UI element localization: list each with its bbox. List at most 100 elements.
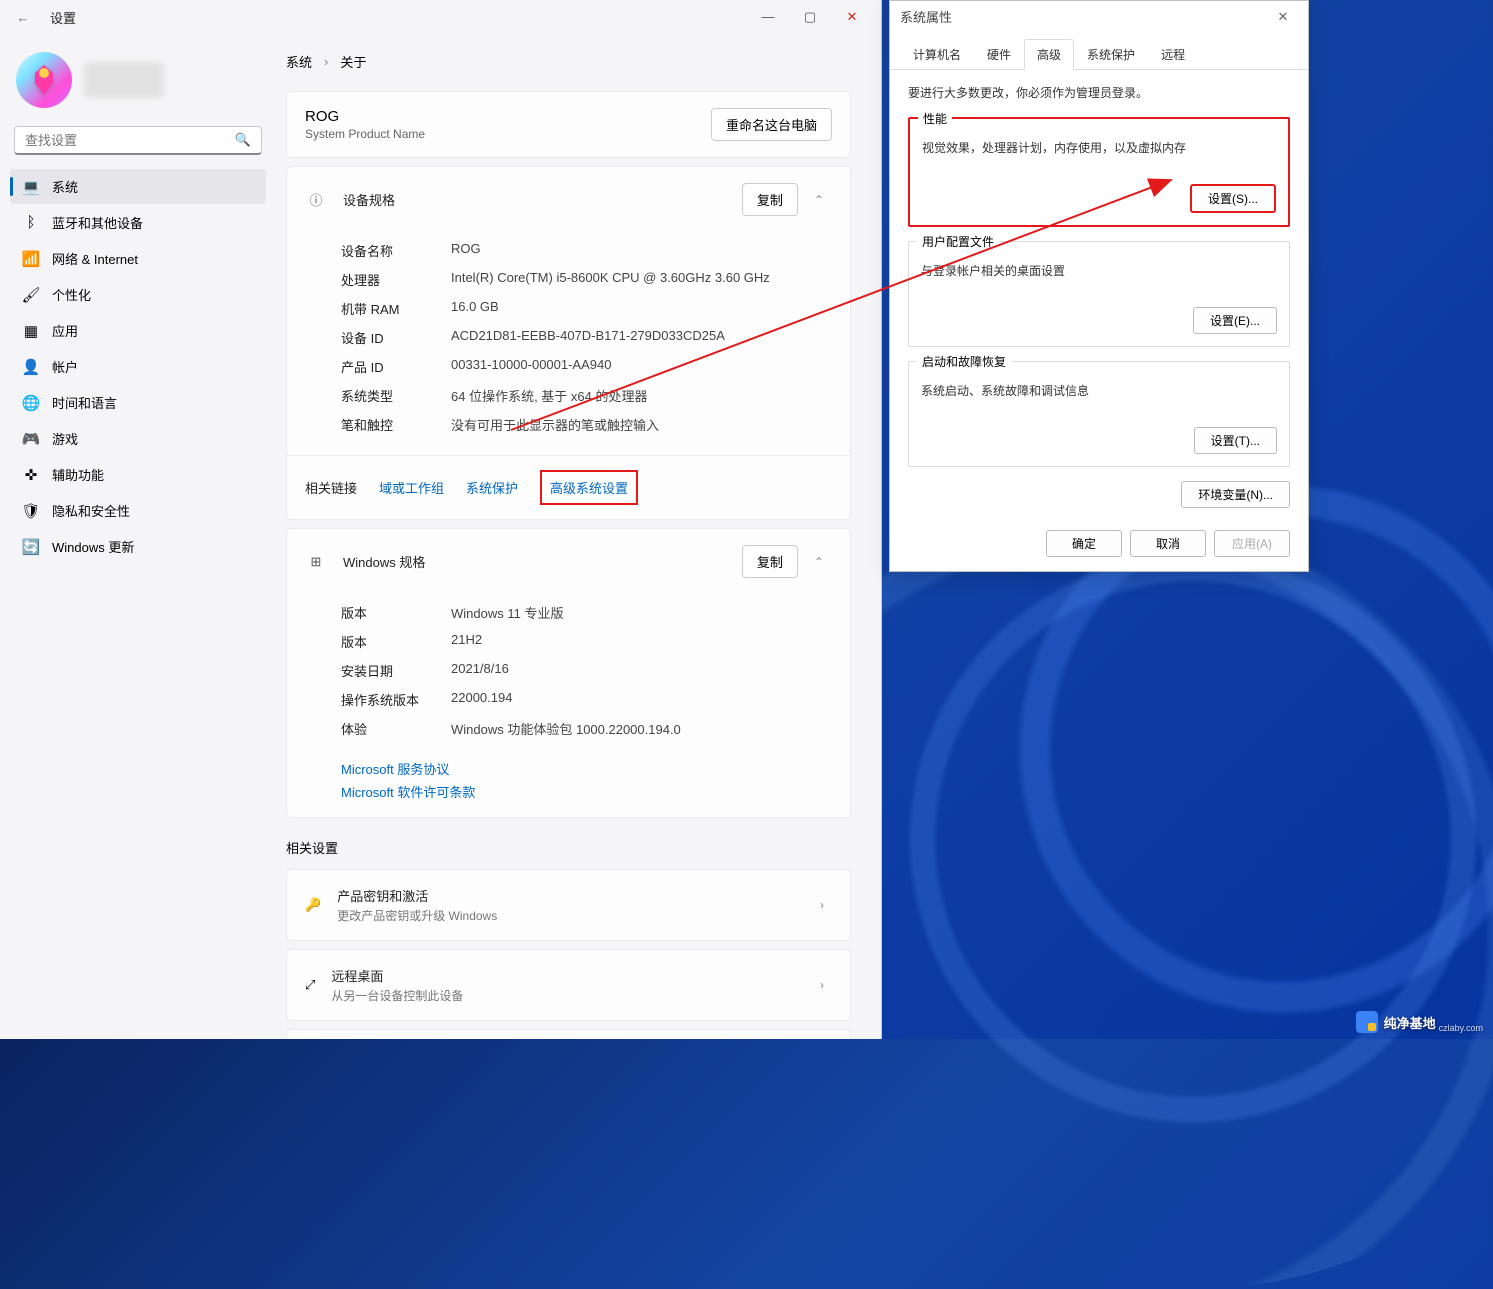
back-button[interactable]: ← [8,10,38,25]
nav-icon: ✜ [22,466,40,484]
windows-specs-header[interactable]: ⊞ Windows 规格 复制 ⌃ [287,529,850,594]
nav-item-9[interactable]: 🛡隐私和安全性 [10,493,266,528]
spec-value: 00331-10000-00001-AA940 [451,357,611,376]
user-info[interactable] [10,44,266,126]
tab-4[interactable]: 远程 [1148,39,1198,70]
nav-icon: 👤 [22,358,40,376]
group-desc: 视觉效果，处理器计划，内存使用，以及虚拟内存 [922,139,1276,156]
copy-device-specs-button[interactable]: 复制 [742,183,798,216]
nav-item-3[interactable]: 🖌个性化 [10,277,266,312]
device-specs-header[interactable]: ⓘ 设备规格 复制 ⌃ [287,167,850,232]
spec-row: 系统类型64 位操作系统, 基于 x64 的处理器 [305,381,832,410]
related-item-1[interactable]: ⤢远程桌面从另一台设备控制此设备› [286,949,851,1021]
related-settings-title: 相关设置 [286,838,851,857]
windows-icon: ⊞ [305,554,327,570]
system-properties-dialog: 系统属性 ✕ 计算机名硬件高级系统保护远程 要进行大多数更改，你必须作为管理员登… [889,0,1309,572]
related-item-0[interactable]: 🔑产品密钥和激活更改产品密钥或升级 Windows› [286,869,851,941]
group-settings-button[interactable]: 设置(T)... [1194,427,1277,454]
watermark-logo [1356,1011,1378,1033]
nav-item-7[interactable]: 🎮 游戏 [10,421,266,456]
spec-value: Windows 11 专业版 [451,603,563,622]
spec-value: 2021/8/16 [451,661,509,680]
windows-specs-title: Windows 规格 [343,552,726,571]
tab-0[interactable]: 计算机名 [900,39,974,70]
nav-item-8[interactable]: ✜ 辅助功能 [10,457,266,492]
link-system-protection[interactable]: 系统保护 [466,478,518,497]
windows-specs-card: ⊞ Windows 规格 复制 ⌃ 版本Windows 11 专业版版本21H2… [286,528,851,818]
nav-label: 辅助功能 [52,465,104,484]
spec-row: 设备 IDACD21D81-EEBB-407D-B171-279D033CD25… [305,323,832,352]
nav-icon: 🔄 [22,538,40,556]
window-title: 设置 [50,8,76,27]
search-box[interactable]: 🔍 [14,126,262,155]
copy-windows-specs-button[interactable]: 复制 [742,545,798,578]
link-ms-service-agreement[interactable]: Microsoft 服务协议 [341,759,832,778]
nav-item-4[interactable]: ▦ 应用 [10,313,266,348]
spec-row: 操作系统版本22000.194 [305,685,832,714]
nav-icon: 🖌 [22,286,40,304]
nav-item-6[interactable]: 🌐 时间和语言 [10,385,266,420]
spec-value: ROG [451,241,481,260]
tab-2[interactable]: 高级 [1024,39,1074,70]
chevron-icon: › [812,978,832,992]
group-settings-button[interactable]: 设置(E)... [1193,307,1277,334]
search-input[interactable] [25,133,235,148]
avatar [16,52,72,108]
ok-button[interactable]: 确定 [1046,530,1122,557]
rename-pc-button[interactable]: 重命名这台电脑 [711,108,832,141]
link-domain-workgroup[interactable]: 域或工作组 [379,478,444,497]
collapse-icon[interactable]: ⌃ [806,193,832,207]
nav-item-2[interactable]: 📶网络 & Internet [10,241,266,276]
nav-label: 系统 [52,177,78,196]
nav-label: 时间和语言 [52,393,117,412]
spec-value: 16.0 GB [451,299,499,318]
watermark: 纯净基地 czlaby.com [1356,1011,1483,1033]
maximize-button[interactable]: ▢ [789,9,831,25]
nav-item-0[interactable]: 💻系统 [10,169,266,204]
item-icon: 🔑 [305,897,321,913]
nav-item-5[interactable]: 👤 帐户 [10,349,266,384]
close-button[interactable]: ✕ [831,9,873,25]
nav-icon: 📶 [22,250,40,268]
device-specs-card: ⓘ 设备规格 复制 ⌃ 设备名称ROG处理器Intel(R) Core(TM) … [286,166,851,520]
breadcrumb-parent[interactable]: 系统 [286,52,312,71]
chevron-icon: › [812,898,832,912]
nav-label: 帐户 [52,357,78,376]
pc-name: ROG [305,108,711,125]
group-desc: 系统启动、系统故障和调试信息 [921,382,1277,399]
nav-label: 蓝牙和其他设备 [52,213,143,232]
tab-1[interactable]: 硬件 [974,39,1024,70]
nav-item-10[interactable]: 🔄Windows 更新 [10,529,266,564]
nav-icon: ᛒ [22,214,40,232]
spec-key: 处理器 [341,270,451,289]
nav-icon: 🛡 [22,502,40,520]
apply-button: 应用(A) [1214,530,1290,557]
related-item-2[interactable]: 🖴设备管理器打印机和其他驱动程序、硬件属性↗ [286,1029,851,1039]
env-vars-button[interactable]: 环境变量(N)... [1181,481,1290,508]
nav-label: 游戏 [52,429,78,448]
group-desc: 与登录帐户相关的桌面设置 [921,262,1277,279]
settings-window: ← 设置 — ▢ ✕ 🔍 💻系统 ᛒ 蓝牙和其他设备 📶网络 & Internet🖌个… [0,0,882,1039]
item-title: 远程桌面 [331,966,796,985]
collapse-icon[interactable]: ⌃ [806,555,832,569]
nav-icon: 🌐 [22,394,40,412]
dialog-titlebar: 系统属性 ✕ [890,1,1308,32]
nav-icon: 🎮 [22,430,40,448]
group-1: 用户配置文件与登录帐户相关的桌面设置设置(E)... [908,241,1290,347]
group-legend: 启动和故障恢复 [917,353,1011,370]
group-settings-button[interactable]: 设置(S)... [1190,184,1276,213]
spec-key: 设备名称 [341,241,451,260]
spec-row: 设备名称ROG [305,236,832,265]
dialog-close-button[interactable]: ✕ [1268,9,1298,25]
spec-value: 64 位操作系统, 基于 x64 的处理器 [451,386,647,405]
tab-3[interactable]: 系统保护 [1074,39,1148,70]
minimize-button[interactable]: — [747,9,789,25]
link-ms-license-terms[interactable]: Microsoft 软件许可条款 [341,782,832,801]
nav-icon: ▦ [22,322,40,340]
cancel-button[interactable]: 取消 [1130,530,1206,557]
search-icon: 🔍 [235,132,251,148]
link-advanced-system-settings[interactable]: 高级系统设置 [540,470,638,505]
spec-key: 笔和触控 [341,415,451,434]
nav-label: 应用 [52,321,78,340]
nav-item-1[interactable]: ᛒ 蓝牙和其他设备 [10,205,266,240]
